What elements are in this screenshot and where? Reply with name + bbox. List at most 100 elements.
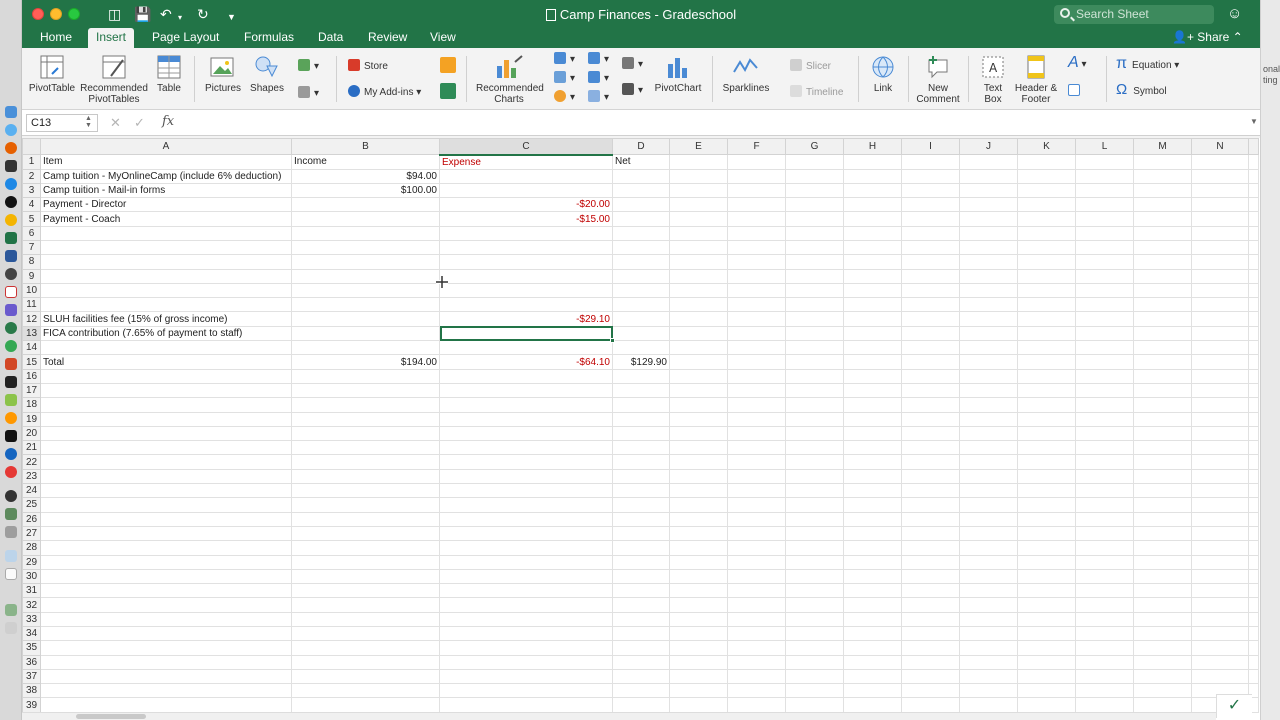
cell-j25[interactable] bbox=[959, 497, 1018, 513]
cell-k39[interactable] bbox=[1017, 697, 1076, 713]
cell-i8[interactable] bbox=[901, 254, 960, 270]
cell-n12[interactable] bbox=[1191, 311, 1249, 327]
tab-data[interactable]: Data bbox=[310, 28, 351, 48]
cell-e35[interactable] bbox=[669, 640, 728, 656]
cell-h19[interactable] bbox=[843, 411, 902, 427]
cell-b27[interactable] bbox=[291, 525, 440, 542]
cell-n11[interactable] bbox=[1191, 297, 1249, 313]
cell-j2[interactable] bbox=[959, 168, 1018, 184]
cell-n31[interactable] bbox=[1191, 583, 1249, 599]
cell-a18[interactable] bbox=[40, 397, 292, 413]
cell-c3[interactable] bbox=[439, 182, 613, 199]
cell-b18[interactable] bbox=[291, 397, 440, 413]
cell-c16[interactable] bbox=[439, 368, 613, 384]
cell-k31[interactable] bbox=[1017, 583, 1076, 599]
cell-g21[interactable] bbox=[785, 440, 844, 456]
cell-h22[interactable] bbox=[843, 454, 902, 470]
cell-g36[interactable] bbox=[785, 654, 844, 670]
cell-b30[interactable] bbox=[291, 568, 440, 585]
cell-d6[interactable] bbox=[612, 225, 670, 241]
cell-grid[interactable]: ABCDEFGHIJKLMN 1 Item Income Expense Net 2 Cam… bbox=[22, 138, 1259, 713]
cell-g4[interactable] bbox=[785, 197, 844, 213]
cell-c32[interactable] bbox=[439, 597, 613, 613]
cell-e16[interactable] bbox=[669, 368, 728, 384]
cell-a24[interactable] bbox=[40, 483, 292, 499]
row-header[interactable]: 10 bbox=[22, 282, 41, 299]
cell-e20[interactable] bbox=[669, 425, 728, 442]
cell-l18[interactable] bbox=[1075, 397, 1134, 413]
cell-j27[interactable] bbox=[959, 525, 1018, 542]
cell-g32[interactable] bbox=[785, 597, 844, 613]
cell-h16[interactable] bbox=[843, 368, 902, 384]
confirm-entry-icon[interactable]: ✓ bbox=[134, 115, 145, 131]
cell-j30[interactable] bbox=[959, 568, 1018, 585]
cell-a31[interactable] bbox=[40, 583, 292, 599]
cell-k13[interactable] bbox=[1017, 325, 1076, 342]
cell-i35[interactable] bbox=[901, 640, 960, 656]
cell-e10[interactable] bbox=[669, 282, 728, 299]
cell-d8[interactable] bbox=[612, 254, 670, 270]
cell-i15[interactable] bbox=[901, 354, 960, 370]
cell-e28[interactable] bbox=[669, 540, 728, 556]
cell-b39[interactable] bbox=[291, 697, 440, 713]
cell-k28[interactable] bbox=[1017, 540, 1076, 556]
cell-d13[interactable] bbox=[612, 325, 670, 342]
cell-a17[interactable] bbox=[40, 382, 292, 399]
cell-m36[interactable] bbox=[1133, 654, 1192, 670]
cell-a21[interactable] bbox=[40, 440, 292, 456]
cell-f7[interactable] bbox=[727, 239, 786, 256]
cell-a3[interactable]: Camp tuition - Mail-in forms bbox=[40, 182, 292, 199]
cell-j10[interactable] bbox=[959, 282, 1018, 299]
folder-icon[interactable] bbox=[5, 550, 17, 562]
cell-i24[interactable] bbox=[901, 483, 960, 499]
cell-a25[interactable] bbox=[40, 497, 292, 513]
cancel-entry-icon[interactable]: ✕ bbox=[110, 115, 121, 131]
column-header-c[interactable]: C bbox=[439, 138, 613, 156]
column-header-k[interactable]: K bbox=[1017, 138, 1076, 155]
row-header[interactable]: 21 bbox=[22, 440, 41, 456]
cell-f10[interactable] bbox=[727, 282, 786, 299]
cell-g5[interactable] bbox=[785, 211, 844, 227]
cell-g22[interactable] bbox=[785, 454, 844, 470]
cell-a35[interactable] bbox=[40, 640, 292, 656]
cell-e19[interactable] bbox=[669, 411, 728, 427]
cell-d15[interactable]: $129.90 bbox=[612, 354, 670, 370]
cell-a11[interactable] bbox=[40, 297, 292, 313]
app-icon[interactable] bbox=[5, 196, 17, 208]
row-header[interactable]: 17 bbox=[22, 382, 41, 399]
cell-n20[interactable] bbox=[1191, 425, 1249, 442]
cell-e3[interactable] bbox=[669, 182, 728, 199]
cell-e33[interactable] bbox=[669, 611, 728, 628]
column-header-g[interactable]: G bbox=[785, 138, 844, 155]
worksheet[interactable]: ABCDEFGHIJKLMN 1 Item Income Expense Net 2 Cam… bbox=[22, 138, 1260, 720]
cell-a8[interactable] bbox=[40, 254, 292, 270]
tab-page-layout[interactable]: Page Layout bbox=[144, 28, 227, 48]
cell-h17[interactable] bbox=[843, 382, 902, 399]
star-icon[interactable] bbox=[5, 304, 17, 316]
cell-f25[interactable] bbox=[727, 497, 786, 513]
cell-m17[interactable] bbox=[1133, 382, 1192, 399]
cell-l10[interactable] bbox=[1075, 282, 1134, 299]
screenshot-button[interactable]: ▾ bbox=[298, 86, 319, 100]
cell-i6[interactable] bbox=[901, 225, 960, 241]
cell-a6[interactable] bbox=[40, 225, 292, 241]
cell-f33[interactable] bbox=[727, 611, 786, 628]
cell-i28[interactable] bbox=[901, 540, 960, 556]
cell-a14[interactable] bbox=[40, 340, 292, 356]
cell-i10[interactable] bbox=[901, 282, 960, 299]
cell-m21[interactable] bbox=[1133, 440, 1192, 456]
cell-j12[interactable] bbox=[959, 311, 1018, 327]
cell-l37[interactable] bbox=[1075, 668, 1134, 685]
cell-e4[interactable] bbox=[669, 197, 728, 213]
cell-g15[interactable] bbox=[785, 354, 844, 370]
cell-m22[interactable] bbox=[1133, 454, 1192, 470]
cell-b22[interactable] bbox=[291, 454, 440, 470]
cell-c22[interactable] bbox=[439, 454, 613, 470]
cell-h3[interactable] bbox=[843, 182, 902, 199]
cell-k5[interactable] bbox=[1017, 211, 1076, 227]
column-header-f[interactable]: F bbox=[727, 138, 786, 155]
tab-formulas[interactable]: Formulas bbox=[236, 28, 302, 48]
expand-formula-bar-icon[interactable]: ▼ bbox=[1250, 117, 1258, 126]
cell-f37[interactable] bbox=[727, 668, 786, 685]
cell-h9[interactable] bbox=[843, 268, 902, 284]
